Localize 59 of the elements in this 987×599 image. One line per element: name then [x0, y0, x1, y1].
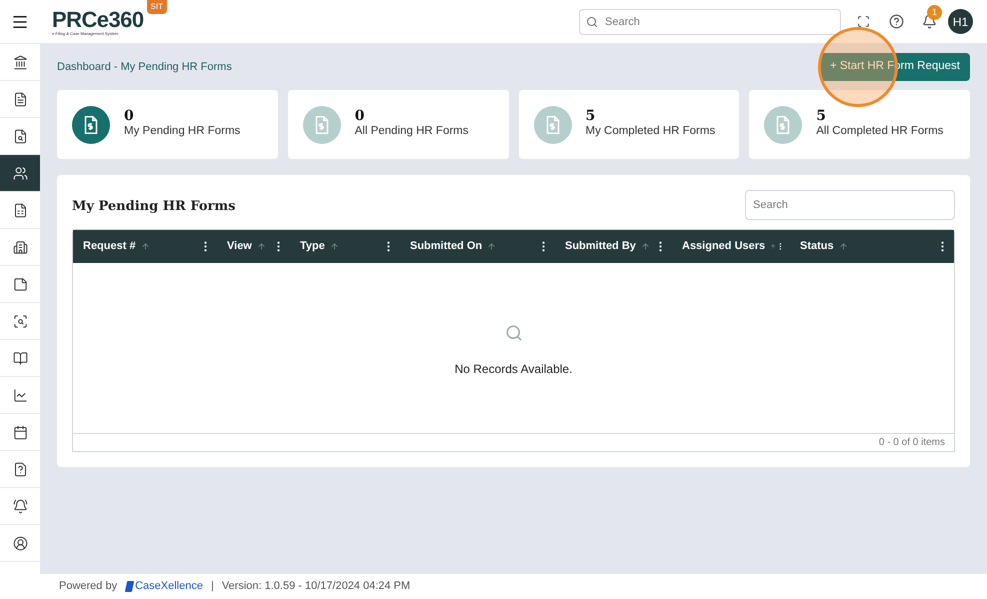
search-icon [586, 16, 598, 28]
fullscreen-icon[interactable] [857, 15, 870, 28]
user-avatar[interactable]: H1 [948, 9, 973, 34]
stat-label: All Completed HR Forms [816, 124, 944, 139]
notification-badge: 1 [927, 5, 942, 20]
sort-icon[interactable] [330, 242, 339, 251]
users-icon [12, 166, 28, 180]
environment-badge: SIT [146, 0, 167, 14]
stat-value: 5 [586, 108, 596, 123]
logo: PRCe360 [52, 9, 144, 31]
stat-value: 0 [354, 108, 366, 123]
calendar-icon [12, 424, 28, 440]
brand-name[interactable]: CaseXellence [135, 578, 203, 595]
help-document-icon [12, 462, 28, 476]
sort-icon[interactable] [838, 242, 848, 251]
search-field[interactable]: Search [579, 8, 841, 34]
help-icon[interactable] [889, 14, 904, 29]
sort-icon[interactable] [140, 242, 150, 251]
stat-value: 0 [124, 108, 135, 123]
notification-bell-icon[interactable] [922, 14, 937, 29]
brand-mark-icon [124, 581, 134, 592]
sidebar-item[interactable] [0, 155, 40, 192]
book-icon [12, 350, 28, 366]
stat-label: All Pending HR Forms [354, 124, 469, 139]
table-title: My Pending HR Forms [72, 198, 236, 216]
column-header[interactable]: Type [300, 238, 325, 255]
table-search-field[interactable]: Search [745, 190, 955, 220]
column-header[interactable]: Submitted On [410, 238, 482, 255]
breadcrumb: Dashboard - My Pending HR Forms [57, 60, 232, 75]
column-header[interactable]: Request # [83, 238, 136, 255]
building-icon [12, 240, 28, 254]
stat-label: My Completed HR Forms [586, 124, 716, 139]
column-header[interactable]: View [227, 238, 252, 255]
stat-card[interactable]: 5 My Completed HR Forms [518, 90, 740, 159]
column-header[interactable]: Assigned Users [682, 238, 766, 255]
no-records-icon [504, 324, 522, 342]
pager-info: 0 - 0 of 0 items [878, 436, 945, 450]
stat-card[interactable]: 0 My Pending HR Forms [57, 90, 278, 159]
empty-message: No Records Available. [454, 361, 572, 378]
version-text: Version: 1.0.59 - 10/17/2024 04:24 PM [222, 579, 410, 594]
user-circle-icon [12, 536, 28, 550]
column-header[interactable]: Submitted By [565, 238, 636, 255]
document-icon [12, 92, 28, 106]
column-header[interactable]: Status [800, 238, 834, 255]
stat-value: 5 [816, 108, 827, 123]
powered-by-text: Powered by [59, 579, 118, 594]
stat-card[interactable]: 5 All Completed HR Forms [749, 90, 970, 159]
bank-icon [12, 54, 28, 70]
sort-icon[interactable] [487, 242, 496, 251]
sort-icon[interactable] [256, 242, 266, 251]
stat-label: My Pending HR Forms [124, 124, 240, 139]
scan-search-icon [12, 314, 28, 328]
stat-card[interactable]: 0 All Pending HR Forms [288, 90, 508, 159]
chart-icon [12, 388, 28, 402]
alarm-bell-icon [12, 498, 28, 514]
file-search-icon [12, 128, 28, 144]
separator: | [210, 579, 214, 594]
sort-icon[interactable] [640, 242, 650, 251]
note-icon [12, 276, 28, 292]
